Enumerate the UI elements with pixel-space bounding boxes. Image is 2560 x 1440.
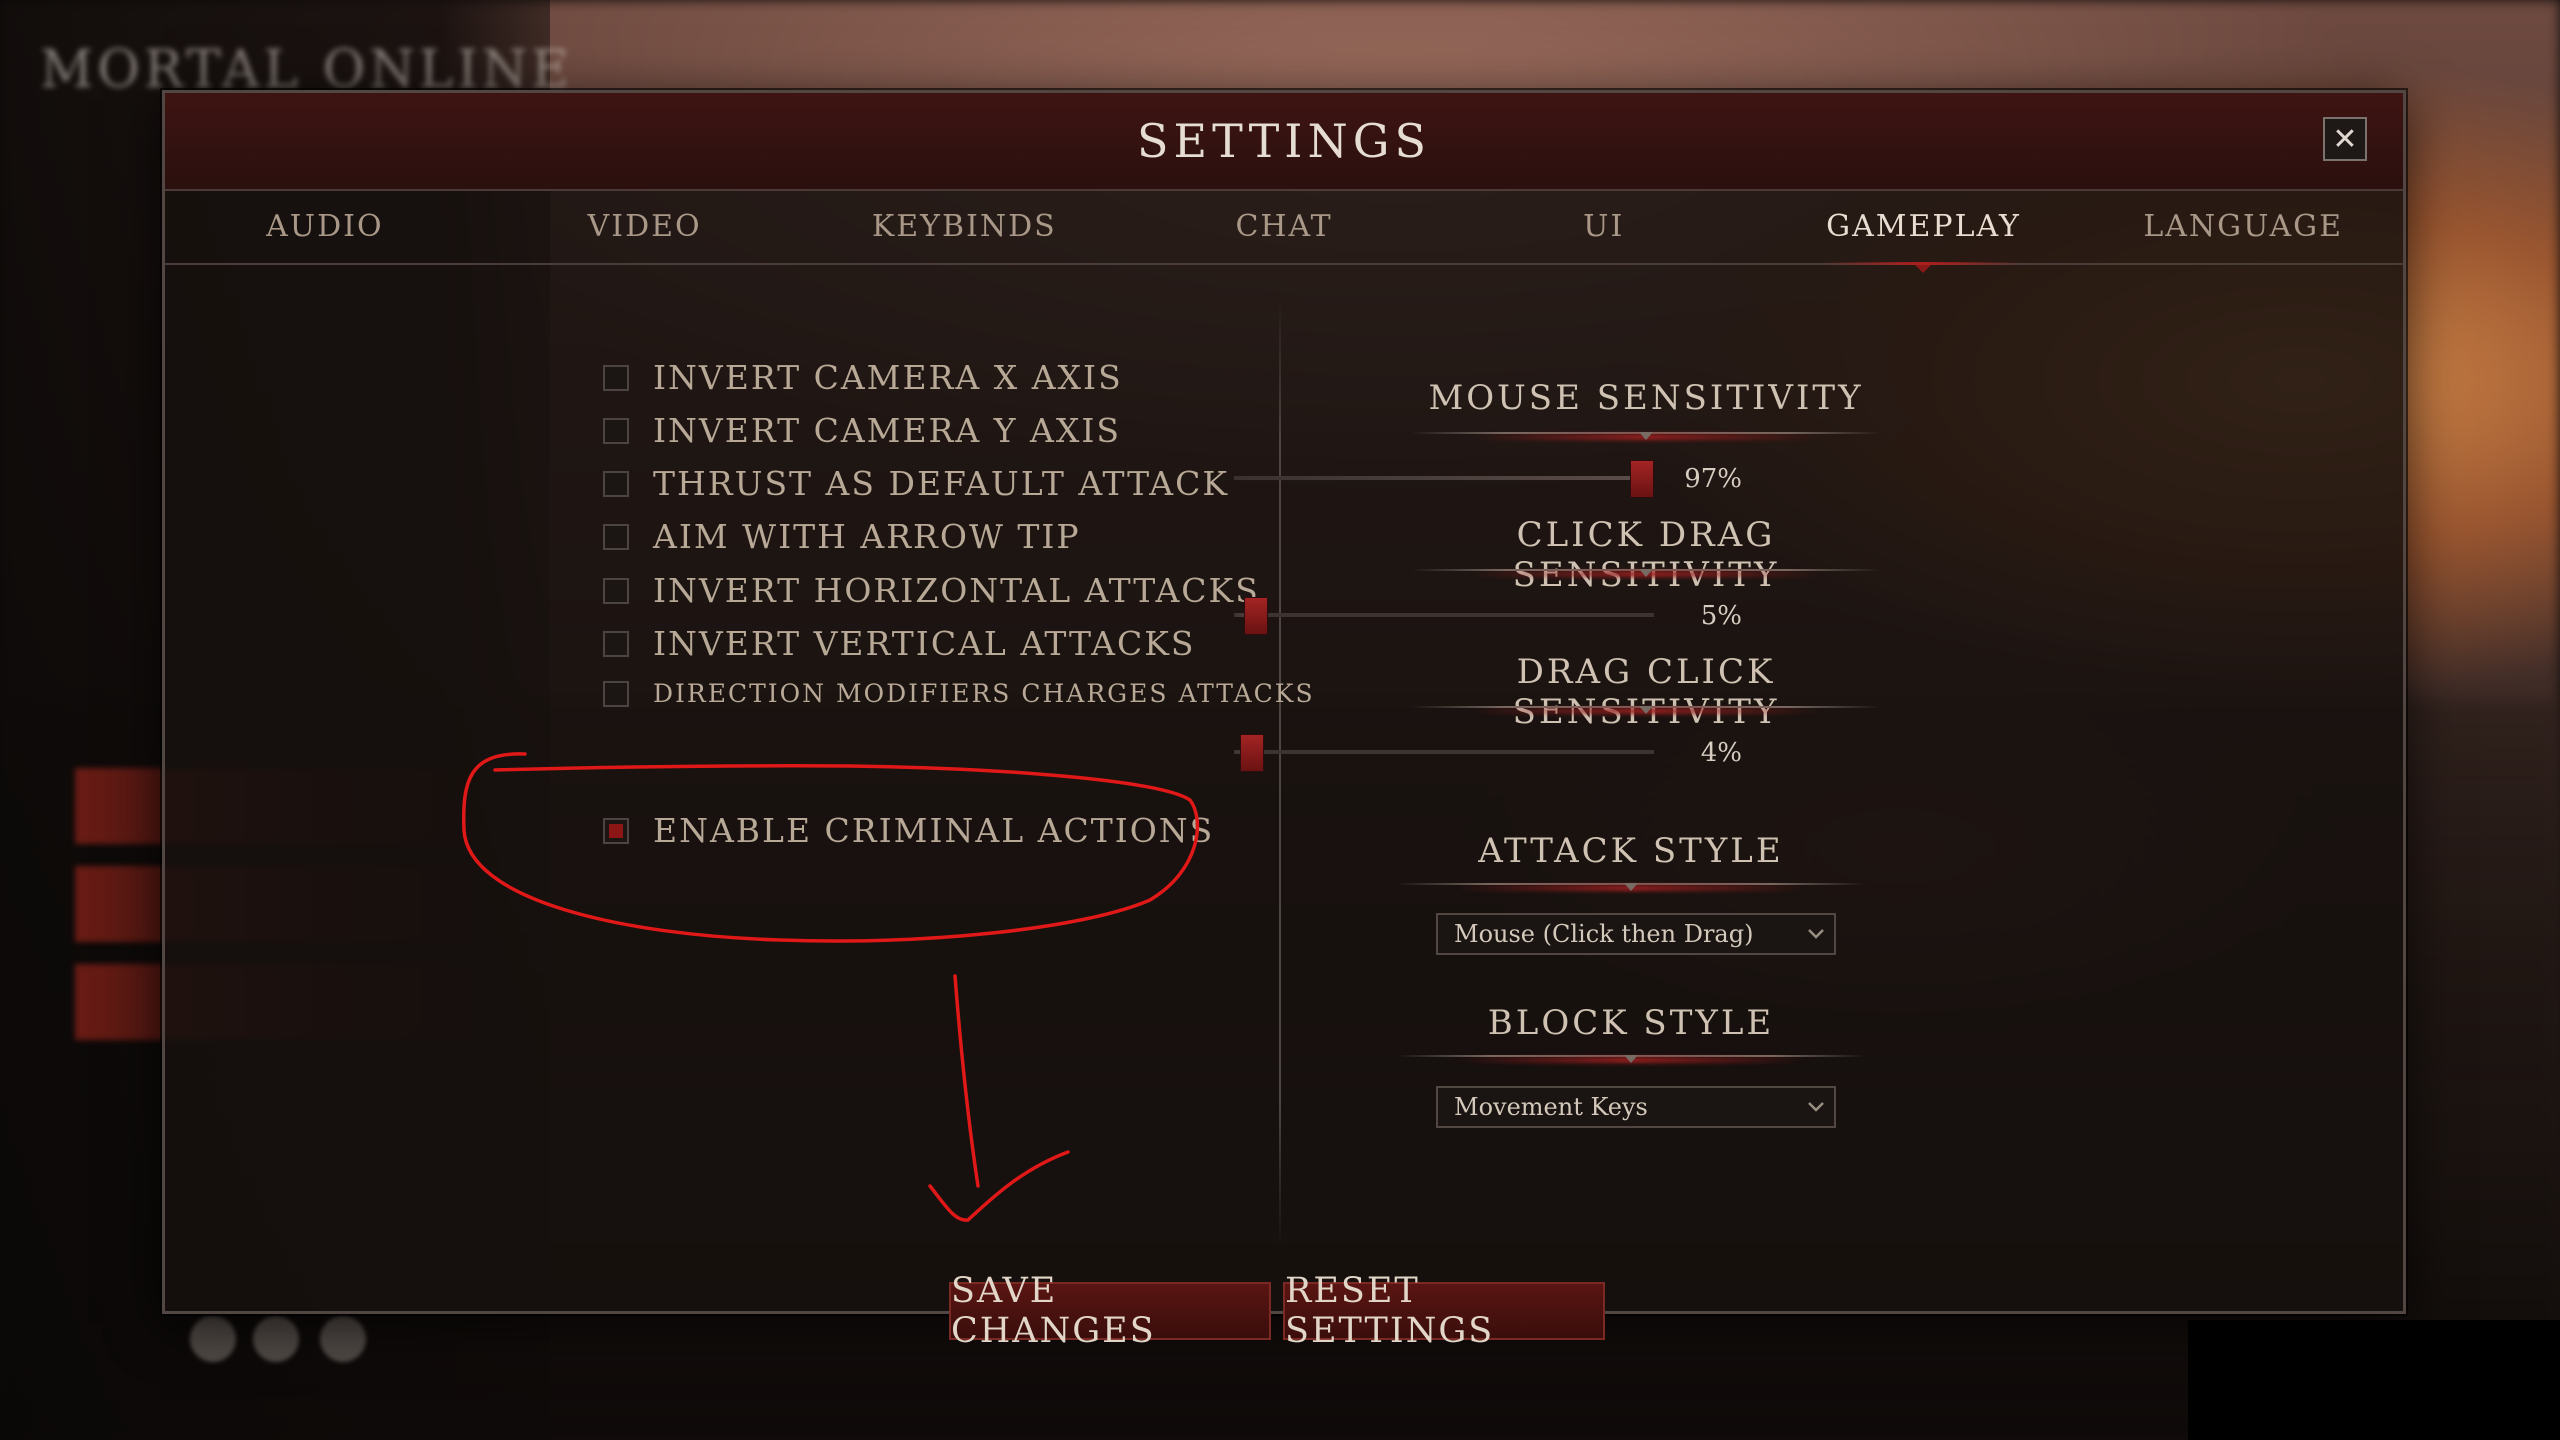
section-ornament — [1411, 565, 1881, 577]
drag-click-sensitivity-value: 4% — [1700, 738, 1742, 768]
option-label: INVERT CAMERA Y AXIS — [653, 411, 1121, 450]
option-label: THRUST AS DEFAULT ATTACK — [653, 464, 1230, 503]
section-ornament — [1396, 1051, 1866, 1063]
checkbox[interactable] — [603, 470, 629, 497]
option-thrust-default[interactable]: THRUST AS DEFAULT ATTACK — [603, 464, 1229, 503]
checkbox[interactable] — [603, 523, 629, 550]
click-drag-sensitivity-slider[interactable] — [1234, 595, 1654, 635]
slider-track — [1234, 613, 1654, 617]
tab-chat[interactable]: CHAT — [1124, 191, 1444, 263]
checkbox[interactable] — [603, 680, 629, 707]
slider-fill — [1234, 476, 1641, 480]
mouse-sensitivity-title: MOUSE SENSITIVITY — [1428, 378, 1864, 418]
dropdown-value: Mouse (Click then Drag) — [1454, 920, 1754, 948]
settings-tabs: AUDIO VIDEO KEYBINDS CHAT UI GAMEPLAY LA… — [165, 191, 2403, 265]
column-divider — [1279, 298, 1281, 1248]
section-ornament — [1396, 879, 1866, 891]
tab-audio[interactable]: AUDIO — [165, 191, 485, 263]
close-button[interactable]: ✕ — [2323, 117, 2367, 161]
settings-dialog: SETTINGS ✕ AUDIO VIDEO KEYBINDS CHAT UI … — [162, 90, 2406, 1314]
section-ornament — [1411, 428, 1881, 440]
checkbox[interactable] — [603, 417, 629, 444]
checkmark — [609, 823, 623, 838]
slider-thumb[interactable] — [1630, 460, 1654, 498]
option-invert-camera-x[interactable]: INVERT CAMERA X AXIS — [603, 358, 1123, 397]
section-ornament — [1411, 702, 1881, 714]
drag-click-sensitivity-title: DRAG CLICK SENSITIVITY — [1513, 652, 1777, 732]
tab-video[interactable]: VIDEO — [485, 191, 805, 263]
option-invert-vertical[interactable]: INVERT VERTICAL ATTACKS — [603, 624, 1196, 663]
tab-ui[interactable]: UI — [1444, 191, 1764, 263]
option-label: INVERT CAMERA X AXIS — [653, 358, 1123, 397]
click-drag-sensitivity-value: 5% — [1700, 601, 1742, 631]
save-changes-button[interactable]: SAVE CHANGES — [949, 1271, 1271, 1351]
option-label: INVERT VERTICAL ATTACKS — [653, 624, 1196, 663]
attack-style-dropdown[interactable]: Mouse (Click then Drag) — [1436, 913, 1836, 955]
social-icon — [320, 1316, 366, 1362]
mouse-sensitivity-value: 97% — [1684, 464, 1742, 494]
chevron-down-icon — [1798, 1088, 1834, 1126]
checkbox[interactable] — [603, 364, 629, 391]
social-icon — [190, 1316, 236, 1362]
option-aim-arrow-tip[interactable]: AIM WITH ARROW TIP — [603, 517, 1081, 556]
reset-settings-button[interactable]: RESET SETTINGS — [1283, 1271, 1605, 1351]
block-style-dropdown[interactable]: Movement Keys — [1436, 1086, 1836, 1128]
chevron-down-icon — [1798, 915, 1834, 953]
tab-keybinds[interactable]: KEYBINDS — [804, 191, 1124, 263]
slider-thumb[interactable] — [1240, 734, 1264, 772]
option-label: INVERT HORIZONTAL ATTACKS — [653, 571, 1260, 610]
slider-thumb[interactable] — [1244, 597, 1268, 635]
dialog-title: SETTINGS — [1137, 114, 1431, 168]
checkbox[interactable] — [603, 817, 629, 844]
option-label: ENABLE CRIMINAL ACTIONS — [653, 811, 1215, 850]
slider-track — [1234, 750, 1654, 754]
attack-style-title: ATTACK STYLE — [1478, 831, 1784, 871]
checkbox[interactable] — [603, 577, 629, 604]
tab-language[interactable]: LANGUAGE — [2083, 191, 2403, 263]
social-icon — [253, 1316, 299, 1362]
option-label: DIRECTION MODIFIERS CHARGES ATTACKS — [653, 679, 1315, 708]
dialog-titlebar: SETTINGS ✕ — [165, 93, 2403, 191]
option-label: AIM WITH ARROW TIP — [653, 517, 1081, 556]
screen-corner — [2188, 1320, 2560, 1440]
block-style-title: BLOCK STYLE — [1487, 1003, 1775, 1043]
option-invert-horizontal[interactable]: INVERT HORIZONTAL ATTACKS — [603, 571, 1260, 610]
click-drag-sensitivity-title: CLICK DRAG SENSITIVITY — [1513, 515, 1777, 595]
drag-click-sensitivity-slider[interactable] — [1234, 732, 1654, 772]
mouse-sensitivity-slider[interactable] — [1234, 458, 1654, 498]
option-invert-camera-y[interactable]: INVERT CAMERA Y AXIS — [603, 411, 1121, 450]
option-direction-modifiers[interactable]: DIRECTION MODIFIERS CHARGES ATTACKS — [603, 679, 1315, 708]
tab-gameplay[interactable]: GAMEPLAY — [1764, 191, 2084, 263]
close-icon: ✕ — [2332, 121, 2358, 157]
dropdown-value: Movement Keys — [1454, 1093, 1648, 1121]
option-enable-criminal-actions[interactable]: ENABLE CRIMINAL ACTIONS — [603, 811, 1214, 850]
checkbox[interactable] — [603, 630, 629, 657]
